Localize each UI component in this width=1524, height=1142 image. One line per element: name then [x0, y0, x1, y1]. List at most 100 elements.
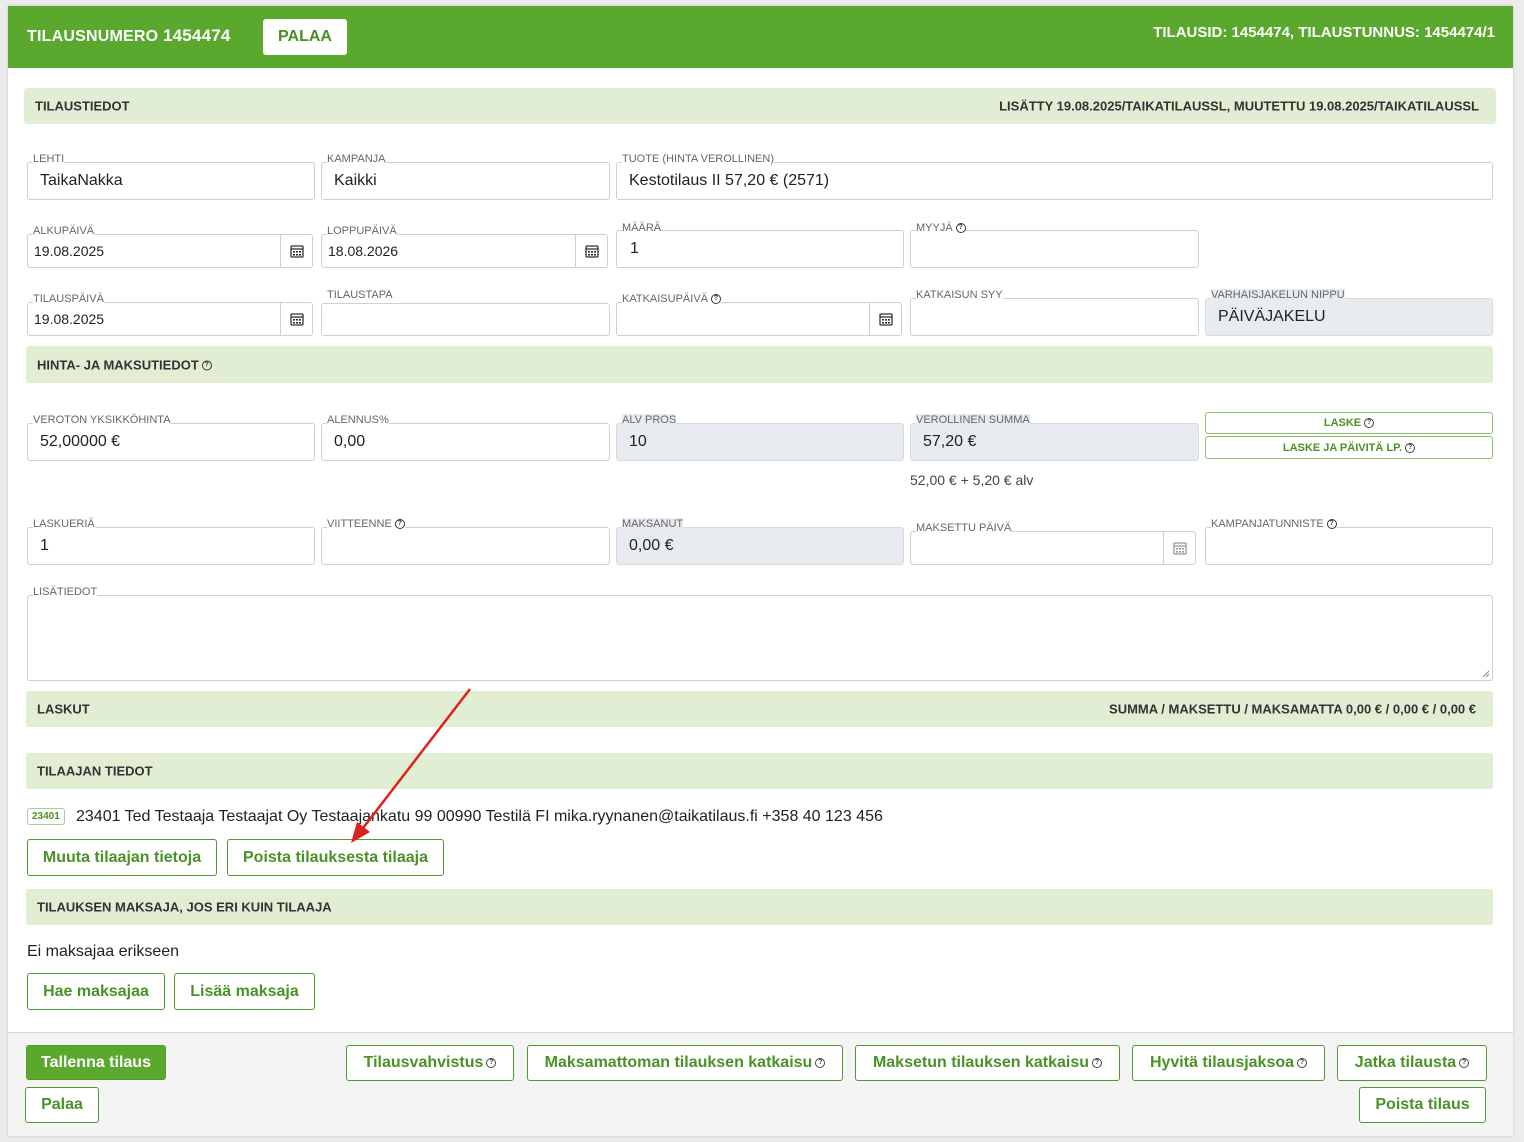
- field-verollinen: 57,20 € VEROLLINEN SUMMA: [910, 414, 1199, 461]
- veroton-input[interactable]: 52,00000 €: [27, 423, 315, 461]
- help-icon[interactable]: ?: [711, 294, 721, 305]
- maksettu-paiva-input[interactable]: [910, 531, 1196, 565]
- section-maksaja: TILAUKSEN MAKSAJA, JOS ERI KUIN TILAAJA: [26, 889, 1493, 925]
- order-title: TILAUSNUMERO 1454474: [27, 26, 231, 46]
- laske-paivita-button[interactable]: LASKE JA PÄIVITÄ LP.?: [1205, 436, 1493, 459]
- section-title: LASKUT: [37, 701, 90, 717]
- calendar-icon[interactable]: [280, 302, 313, 336]
- verollinen-label: VEROLLINEN SUMMA: [916, 414, 1030, 426]
- maksanut-label: MAKSANUT: [622, 518, 684, 530]
- field-loppupaiva: 18.08.2026 LOPPUPÄIVÄ: [321, 225, 608, 268]
- footer-divider: [8, 1032, 1513, 1033]
- order-confirmation-button[interactable]: Tilausvahvistus?: [346, 1045, 514, 1081]
- field-maara: 1 MÄÄRÄ: [616, 222, 904, 268]
- calendar-icon[interactable]: [575, 234, 608, 268]
- section-tilaaja: TILAAJAN TIEDOT: [26, 753, 1493, 789]
- section-hinta: HINTA- JA MAKSUTIEDOT?: [26, 346, 1493, 383]
- remove-customer-button[interactable]: Poista tilauksesta tilaaja: [227, 839, 444, 876]
- field-myyja: MYYJÄ?: [910, 222, 1199, 268]
- tuote-input[interactable]: Kestotilaus II 57,20 € (2571): [616, 162, 1493, 200]
- order-card: TILAUSNUMERO 1454474 PALAA TILAUSID: 145…: [8, 6, 1513, 1136]
- add-payer-button[interactable]: Lisää maksaja: [174, 973, 315, 1010]
- field-tuote: Kestotilaus II 57,20 € (2571) TUOTE (HIN…: [616, 153, 1493, 200]
- help-icon: ?: [1405, 442, 1416, 453]
- katkaisupaiva-label-wrap: KATKAISUPÄIVÄ?: [622, 293, 721, 305]
- field-tilauspaiva: 19.08.2025 TILAUSPÄIVÄ: [27, 293, 313, 336]
- credit-period-button[interactable]: Hyvitä tilausjaksoa?: [1132, 1045, 1325, 1081]
- lisatiedot-textarea[interactable]: [27, 595, 1493, 681]
- help-icon: ?: [1364, 418, 1375, 428]
- field-katkaisupaiva: KATKAISUPÄIVÄ?: [616, 293, 902, 336]
- field-alv: 10 ALV PROS: [616, 414, 904, 461]
- section-title: TILAUSTIEDOT: [35, 98, 130, 114]
- field-laskueria: 1 LASKUERIÄ: [27, 518, 315, 565]
- varhaisjakelun-nippu-input[interactable]: PÄIVÄJAKELU: [1205, 298, 1493, 336]
- verollinen-input[interactable]: 57,20 €: [910, 423, 1199, 461]
- alennus-input[interactable]: 0,00: [321, 423, 610, 461]
- help-icon: ?: [815, 1058, 826, 1068]
- find-payer-button[interactable]: Hae maksajaa: [27, 973, 165, 1010]
- customer-id-badge[interactable]: 23401: [27, 808, 65, 825]
- myyja-label: MYYJÄ: [916, 222, 953, 234]
- help-icon[interactable]: ?: [1326, 519, 1337, 530]
- field-maksanut: 0,00 € MAKSANUT: [616, 518, 904, 565]
- added-modified-info: LISÄTTY 19.08.2025/TAIKATILAUSSL, MUUTET…: [999, 98, 1479, 114]
- calendar-icon[interactable]: [869, 302, 902, 336]
- help-icon[interactable]: ?: [201, 360, 212, 371]
- viitteenne-label-wrap: VIITTEENNE?: [327, 518, 405, 530]
- tilaustapa-input[interactable]: [321, 303, 610, 336]
- cancel-unpaid-button[interactable]: Maksamattoman tilauksen katkaisu?: [527, 1045, 843, 1081]
- loppupaiva-label: LOPPUPÄIVÄ: [327, 225, 397, 237]
- kampanja-label: KAMPANJA: [327, 153, 386, 165]
- katkaisun-syy-select[interactable]: [910, 298, 1199, 336]
- lehti-input[interactable]: TaikaNakka: [27, 162, 315, 200]
- section-title: HINTA- JA MAKSUTIEDOT: [37, 357, 199, 372]
- maara-input[interactable]: 1: [616, 230, 904, 268]
- edit-customer-button[interactable]: Muuta tilaajan tietoja: [27, 839, 217, 876]
- section-title: TILAAJAN TIEDOT: [37, 763, 153, 779]
- veroton-label: VEROTON YKSIKKÖHINTA: [33, 414, 171, 426]
- kampanjatunniste-input[interactable]: [1205, 527, 1493, 565]
- help-icon: ?: [1297, 1058, 1308, 1068]
- order-ids: TILAUSID: 1454474, TILAUSTUNNUS: 1454474…: [1153, 24, 1495, 41]
- field-kampanja: Kaikki KAMPANJA: [321, 153, 610, 200]
- field-varhaisjakelun-nippu: PÄIVÄJAKELU VARHAISJAKELUN NIPPU: [1205, 289, 1493, 336]
- viitteenne-label: VIITTEENNE: [327, 518, 392, 530]
- field-lehti: TaikaNakka LEHTI: [27, 153, 315, 200]
- tilauspaiva-input[interactable]: 19.08.2025: [27, 302, 313, 336]
- section-laskut: LASKUT SUMMA / MAKSETTU / MAKSAMATTA 0,0…: [26, 691, 1493, 727]
- order-number: 1454474: [162, 26, 231, 45]
- help-icon: ?: [1459, 1058, 1470, 1068]
- katkaisupaiva-label: KATKAISUPÄIVÄ: [622, 293, 708, 305]
- myyja-input[interactable]: [910, 230, 1199, 268]
- loppupaiva-input[interactable]: 18.08.2026: [321, 234, 608, 268]
- delete-order-button[interactable]: Poista tilaus: [1359, 1087, 1486, 1123]
- katkaisun-syy-label: KATKAISUN SYY: [916, 289, 1003, 301]
- alv-input[interactable]: 10: [616, 423, 904, 461]
- save-order-button[interactable]: Tallenna tilaus: [26, 1045, 166, 1080]
- help-icon[interactable]: ?: [955, 223, 966, 234]
- alkupaiva-input[interactable]: 19.08.2025: [27, 234, 313, 268]
- laske-button[interactable]: LASKE?: [1205, 412, 1493, 434]
- kampanjatunniste-label-wrap: KAMPANJATUNNISTE?: [1211, 518, 1337, 530]
- section-title: TILAUKSEN MAKSAJA, JOS ERI KUIN TILAAJA: [37, 899, 332, 915]
- kampanja-input[interactable]: Kaikki: [321, 162, 610, 200]
- continue-order-button[interactable]: Jatka tilausta?: [1337, 1045, 1487, 1081]
- field-kampanjatunniste: KAMPANJATUNNISTE?: [1205, 518, 1493, 565]
- back-button-top[interactable]: PALAA: [263, 19, 347, 55]
- maksanut-input[interactable]: 0,00 €: [616, 527, 904, 565]
- resize-grip-icon[interactable]: [1482, 670, 1490, 678]
- calendar-icon[interactable]: [1163, 531, 1196, 565]
- calendar-icon[interactable]: [280, 234, 313, 268]
- help-icon[interactable]: ?: [394, 519, 405, 530]
- katkaisupaiva-input[interactable]: [616, 302, 902, 336]
- field-alkupaiva: 19.08.2025 ALKUPÄIVÄ: [27, 225, 313, 268]
- tilaustapa-label: TILAUSTAPA: [327, 289, 393, 301]
- laskueria-input[interactable]: 1: [27, 527, 315, 565]
- cancel-paid-button[interactable]: Maksetun tilauksen katkaisu?: [855, 1045, 1120, 1081]
- alv-label: ALV PROS: [622, 414, 677, 426]
- back-button[interactable]: Palaa: [25, 1087, 99, 1123]
- lisatiedot-label: LISÄTIEDOT: [33, 586, 98, 598]
- viitteenne-input[interactable]: [321, 527, 610, 565]
- field-maksettu-paiva: MAKSETTU PÄIVÄ: [910, 522, 1196, 565]
